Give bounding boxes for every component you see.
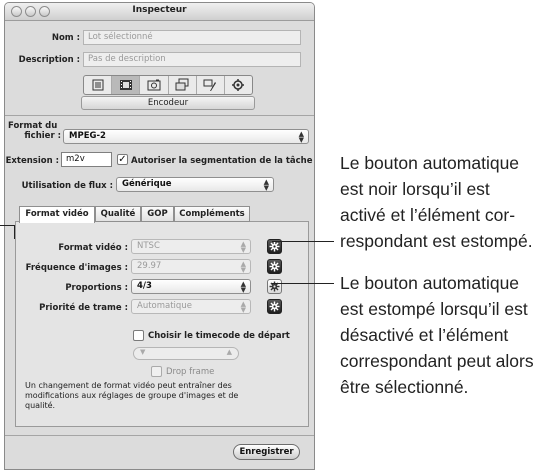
format-change-note-line2: modifications aux réglages de groupe d'i… [25,391,239,400]
name-label: Nom : [51,33,80,43]
extension-field[interactable]: m2v [61,152,112,167]
field-order-value: Automatique [137,301,192,311]
file-format-popup[interactable]: MPEG-2 ▲ ▼ [63,129,309,144]
callout-line: respondant est estompé. [340,231,533,251]
auto-button-active[interactable] [267,299,282,314]
callout-line: correspondant peut alors [340,351,534,371]
tab-qualite[interactable]: Qualité [95,206,141,222]
inspector-window: Inspecteur Nom : Lot sélectionné Descrip… [4,2,315,470]
leader-line [272,283,334,284]
auto-button-inactive[interactable] [267,279,282,294]
save-button[interactable]: Enregistrer [233,444,300,460]
stepper-up-icon: ▲ [226,348,232,356]
window-title: Inspecteur [132,5,187,15]
file-format-label-line2: fichier : [24,131,61,141]
tab-complements[interactable]: Compléments [174,206,250,222]
format-change-note-line1: Un changement de format vidéo peut entra… [25,381,232,390]
stream-usage-popup[interactable]: Générique ▲ ▼ [116,177,274,192]
auto-button-active[interactable] [267,259,282,274]
stack-icon[interactable] [169,76,197,94]
field-order-label: Priorité de trame : [39,303,128,313]
format-change-note-line3: qualité. [25,401,56,410]
description-field[interactable]: Pas de description [83,52,301,67]
aspect-ratio-value: 4/3 [137,281,152,291]
leader-line [272,241,334,242]
field-order-popup[interactable]: Automatique ▲ ▼ [131,299,251,314]
popup-arrows-icon: ▲ ▼ [240,280,246,294]
video-format-value: NTSC [137,241,160,251]
callout-line: est estompé lorsqu’il est [340,299,528,319]
frame-rate-popup[interactable]: 29.97 ▲ ▼ [131,259,251,274]
description-label: Description : [18,55,80,65]
callout-line: est noir lorsqu’il est [340,179,490,199]
popup-arrows-icon: ▲ ▼ [240,240,246,254]
callout-auto-inactive: Le bouton automatique est estompé lorsqu… [340,270,534,400]
callout-auto-active: Le bouton automatique est noir lorsqu’il… [340,150,533,254]
file-format-label-line1: Format du [8,121,58,131]
segmentation-label: Autoriser la segmentation de la tâche [131,156,313,166]
callout-line: désactivé et l’élément [340,325,509,345]
stepper-down-icon: ▼ [140,348,146,356]
file-format-value: MPEG-2 [69,131,106,141]
divider [5,435,314,436]
leader-line [14,225,15,239]
gear-icon[interactable] [225,76,252,94]
name-field[interactable]: Lot sélectionné [83,30,301,45]
inspector-pane-selector [83,75,253,95]
segmentation-checkbox[interactable]: ✓ [117,154,128,165]
extension-label: Extension : [5,156,59,166]
timecode-checkbox[interactable] [133,330,144,341]
popup-arrows-icon: ▲ ▼ [298,130,304,144]
encoder-header: Encodeur [81,96,255,110]
frame-rate-label: Fréquence d'images : [25,263,128,273]
timecode-stepper[interactable]: ▼ ▲ [133,347,239,360]
popup-arrows-icon: ▲ ▼ [240,260,246,274]
callout-line: Le bouton automatique [340,153,520,173]
tab-format-video[interactable]: Format vidéo [19,206,95,223]
callout-line: Le bouton automatique [340,273,520,293]
video-format-label: Format vidéo : [58,243,128,253]
aspect-ratio-popup[interactable]: 4/3 ▲ ▼ [131,279,251,294]
tab-gop[interactable]: GOP [141,206,174,222]
popup-arrows-icon: ▲ ▼ [263,178,269,192]
timecode-label: Choisir le timecode de départ [148,331,290,341]
photo-icon[interactable] [140,76,169,94]
stream-usage-label: Utilisation de flux : [21,181,113,191]
video-format-popup[interactable]: NTSC ▲ ▼ [131,239,251,254]
drop-frame-checkbox[interactable] [151,366,162,377]
list-icon[interactable] [84,76,113,94]
stream-usage-value: Générique [122,179,172,189]
callout-line: être sélectionné. [340,377,469,397]
leader-line [0,225,15,226]
film-icon[interactable] [112,76,141,94]
title-bar[interactable]: Inspecteur [5,3,314,21]
callout-line: activé et l’élément cor- [340,205,516,225]
aspect-ratio-label: Proportions : [65,283,128,293]
popup-arrows-icon: ▲ ▼ [240,300,246,314]
frame-rate-value: 29.97 [137,261,162,271]
tools-icon[interactable] [197,76,225,94]
drop-frame-label: Drop frame [166,367,215,377]
divider [5,115,314,116]
